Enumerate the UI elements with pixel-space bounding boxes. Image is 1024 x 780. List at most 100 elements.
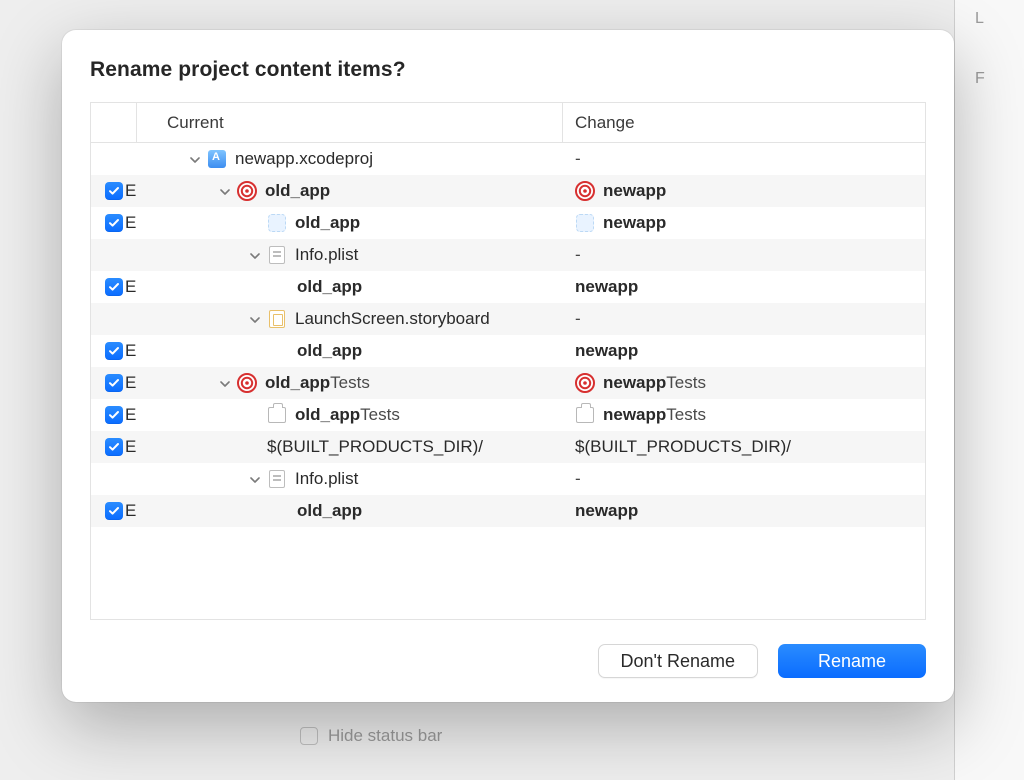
table-row[interactable]: newapp.xcodeproj - xyxy=(91,143,925,175)
overflow-glyph: E xyxy=(125,341,136,361)
hide-status-bar-checkbox xyxy=(300,727,318,745)
table-row[interactable]: Info.plist - xyxy=(91,463,925,495)
table-row[interactable]: Eold_app TestsnewappTests xyxy=(91,399,925,431)
chevron-down-icon[interactable] xyxy=(247,312,263,328)
table-row[interactable]: Eold_app newapp xyxy=(91,495,925,527)
cell-current: newapp.xcodeproj xyxy=(137,143,563,175)
current-rest: LaunchScreen.storyboard xyxy=(295,309,490,329)
table-row[interactable]: Info.plist - xyxy=(91,239,925,271)
cell-current: old_app xyxy=(137,495,563,527)
row-checkbox[interactable] xyxy=(105,342,123,360)
cell-change: - xyxy=(563,463,925,495)
cell-change: newapp xyxy=(563,175,925,207)
row-checkbox[interactable] xyxy=(105,374,123,392)
overflow-glyph: E xyxy=(125,213,136,233)
bundle-icon xyxy=(575,405,595,425)
cell-checkbox xyxy=(91,239,137,271)
current-rest: Info.plist xyxy=(295,245,358,265)
column-header-checkbox xyxy=(91,103,137,142)
row-checkbox[interactable] xyxy=(105,278,123,296)
change-bold: newapp xyxy=(603,213,666,233)
table-row[interactable]: Eold_appnewapp xyxy=(91,207,925,239)
row-checkbox[interactable] xyxy=(105,214,123,232)
background-sidebar: L F xyxy=(954,0,1024,780)
hide-status-bar-label: Hide status bar xyxy=(328,726,442,746)
table-row[interactable]: LaunchScreen.storyboard - xyxy=(91,303,925,335)
cell-current: old_app xyxy=(137,175,563,207)
change-bold: newapp xyxy=(603,373,666,393)
table-body: newapp.xcodeproj-Eold_appnewappEold_appn… xyxy=(91,143,925,527)
overflow-glyph: E xyxy=(125,277,136,297)
chevron-down-icon[interactable] xyxy=(217,184,233,200)
rename-dialog: Rename project content items? Current Ch… xyxy=(62,30,954,702)
sidebar-letter: F xyxy=(975,70,1024,88)
table-row[interactable]: Eold_appnewapp xyxy=(91,271,925,303)
cell-current: old_app xyxy=(137,271,563,303)
target-icon xyxy=(237,181,257,201)
cell-change: newappTests xyxy=(563,367,925,399)
table-row[interactable]: Eold_appTestsnewappTests xyxy=(91,367,925,399)
cell-current: $(BUILT_PRODUCTS_DIR)/ xyxy=(137,431,563,463)
app-icon xyxy=(267,213,287,233)
current-bold: old_app xyxy=(297,501,362,521)
cell-checkbox: E xyxy=(91,399,137,431)
change-bold: newapp xyxy=(575,501,638,521)
cell-change: newapp xyxy=(563,335,925,367)
rename-table: Current Change newapp.xcodeproj - Eold_app… xyxy=(90,102,926,620)
target-icon xyxy=(575,373,595,393)
cell-change: - xyxy=(563,239,925,271)
current-rest: newapp.xcodeproj xyxy=(235,149,373,169)
chevron-down-icon[interactable] xyxy=(187,152,203,168)
cell-change: $(BUILT_PRODUCTS_DIR)/ xyxy=(563,431,925,463)
change-rest: Tests xyxy=(666,405,706,425)
cell-change: newappTests xyxy=(563,399,925,431)
cell-checkbox: E xyxy=(91,431,137,463)
app-icon xyxy=(575,213,595,233)
column-header-current[interactable]: Current xyxy=(137,103,563,142)
cell-current: Info.plist xyxy=(137,239,563,271)
dont-rename-button[interactable]: Don't Rename xyxy=(598,644,759,678)
chevron-down-icon[interactable] xyxy=(217,376,233,392)
cell-checkbox: E xyxy=(91,335,137,367)
rename-button[interactable]: Rename xyxy=(778,644,926,678)
sidebar-letter: L xyxy=(975,10,1024,28)
target-icon xyxy=(237,373,257,393)
overflow-glyph: E xyxy=(125,181,136,201)
cell-checkbox: E xyxy=(91,175,137,207)
row-checkbox[interactable] xyxy=(105,406,123,424)
table-row[interactable]: Eold_app newapp xyxy=(91,175,925,207)
cell-checkbox: E xyxy=(91,207,137,239)
dialog-footer: Don't Rename Rename xyxy=(90,644,926,678)
current-rest: Info.plist xyxy=(295,469,358,489)
current-bold: old_app xyxy=(295,405,360,425)
cell-checkbox: E xyxy=(91,367,137,399)
change-rest: - xyxy=(575,245,581,265)
row-checkbox[interactable] xyxy=(105,438,123,456)
table-row[interactable]: E$(BUILT_PRODUCTS_DIR)/$(BUILT_PRODUCTS_… xyxy=(91,431,925,463)
bundle-icon xyxy=(267,405,287,425)
chevron-down-icon[interactable] xyxy=(247,248,263,264)
cell-checkbox xyxy=(91,303,137,335)
project-icon xyxy=(207,149,227,169)
column-header-change[interactable]: Change xyxy=(563,103,925,142)
row-checkbox[interactable] xyxy=(105,502,123,520)
cell-current: LaunchScreen.storyboard xyxy=(137,303,563,335)
cell-change: newapp xyxy=(563,495,925,527)
cell-current: old_app xyxy=(137,335,563,367)
cell-current: old_appTests xyxy=(137,367,563,399)
table-row[interactable]: Eold_appnewapp xyxy=(91,335,925,367)
target-icon xyxy=(575,181,595,201)
plist-icon xyxy=(267,245,287,265)
change-bold: newapp xyxy=(603,181,666,201)
chevron-down-icon[interactable] xyxy=(247,472,263,488)
cell-checkbox: E xyxy=(91,271,137,303)
overflow-glyph: E xyxy=(125,405,136,425)
overflow-glyph: E xyxy=(125,501,136,521)
cell-change: newapp xyxy=(563,207,925,239)
current-bold: old_app xyxy=(297,277,362,297)
cell-change: - xyxy=(563,143,925,175)
row-checkbox[interactable] xyxy=(105,182,123,200)
cell-change: - xyxy=(563,303,925,335)
change-rest: - xyxy=(575,149,581,169)
plist-icon xyxy=(267,469,287,489)
